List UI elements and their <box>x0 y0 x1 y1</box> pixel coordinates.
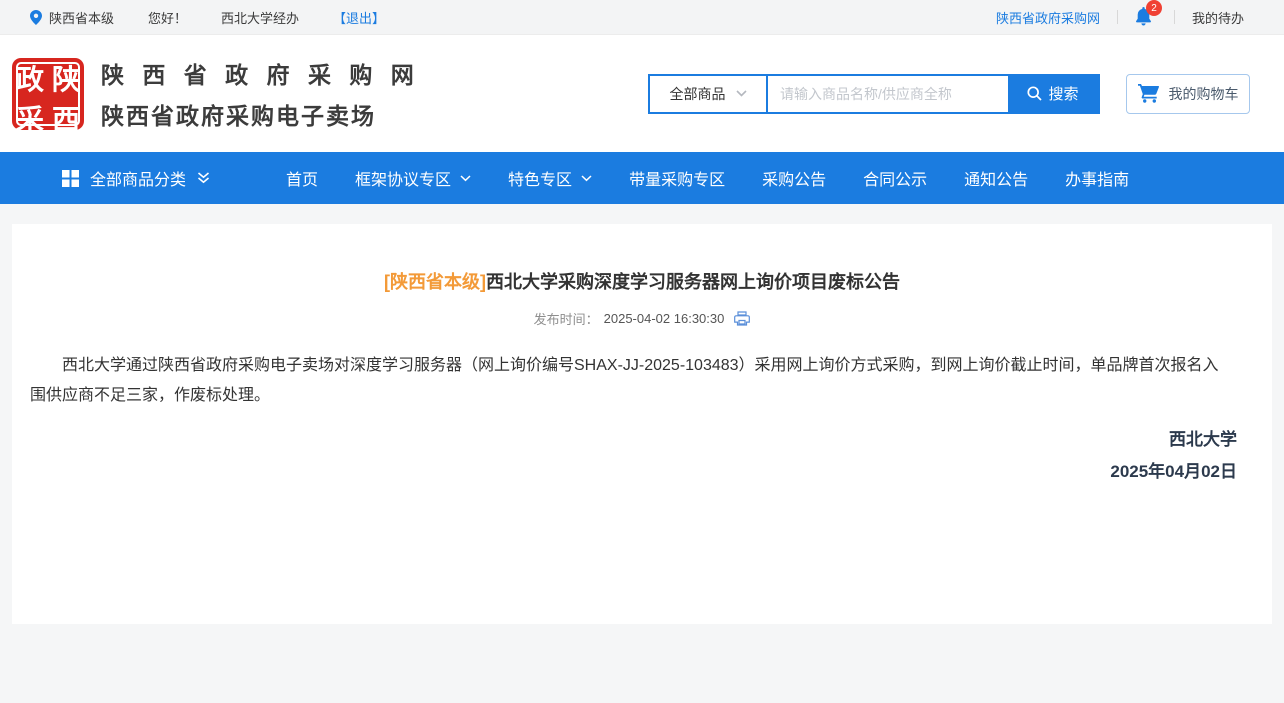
logout-link[interactable]: 【退出】 <box>333 8 385 27</box>
notification-bell-icon[interactable]: 2 <box>1135 7 1157 27</box>
grid-icon <box>62 170 79 187</box>
location-label: 陕西省本级 <box>49 8 114 27</box>
publish-time-label: 发布时间： <box>534 309 599 328</box>
nav-item-label: 特色专区 <box>508 166 572 190</box>
site-title-line2: 陕西省政府采购电子卖场 <box>101 97 420 131</box>
location-selector[interactable]: 陕西省本级 <box>30 8 114 27</box>
signature-org: 西北大学 <box>12 424 1237 456</box>
announcement-signature: 西北大学 2025年04月02日 <box>12 424 1272 488</box>
publish-time-value: 2025-04-02 16:30:30 <box>604 311 725 326</box>
topbar-left: 陕西省本级 您好！ 西北大学经办 【退出】 <box>30 8 419 27</box>
print-icon[interactable] <box>734 311 750 327</box>
double-chevron-down-icon <box>197 172 210 184</box>
logo-char: 政 <box>12 58 48 98</box>
announcement-card: [陕西省本级]西北大学采购深度学习服务器网上询价项目废标公告 发布时间： 202… <box>12 224 1272 624</box>
nav-item-procurement-announcements[interactable]: 采购公告 <box>762 166 826 190</box>
nav-menu: 首页 框架协议专区 特色专区 带量采购专区 采购公告 合同公示 通知公告 办事指… <box>286 166 1129 190</box>
topbar-right: 陕西省政府采购网 2 我的待办 <box>996 7 1244 27</box>
content-area: [陕西省本级]西北大学采购深度学习服务器网上询价项目废标公告 发布时间： 202… <box>0 204 1284 624</box>
announcement-body: 西北大学通过陕西省政府采购电子卖场对深度学习服务器（网上询价编号SHAX-JJ-… <box>30 351 1220 411</box>
logo-char: 西 <box>48 98 84 138</box>
cart-button[interactable]: 我的购物车 <box>1126 74 1250 114</box>
logo-char: 采 <box>12 98 48 138</box>
search-bar: 全部商品 搜索 <box>648 74 1100 114</box>
all-categories-menu[interactable]: 全部商品分类 <box>0 166 210 190</box>
chevron-down-icon <box>581 175 592 182</box>
divider <box>1117 10 1118 24</box>
nav-item-volume-purchase-zone[interactable]: 带量采购专区 <box>629 166 725 190</box>
cart-button-label: 我的购物车 <box>1169 84 1239 104</box>
site-title-line1: 陕 西 省 政 府 采 购 网 <box>101 56 420 90</box>
chevron-down-icon <box>460 175 471 182</box>
publish-meta: 发布时间： 2025-04-02 16:30:30 <box>12 309 1272 328</box>
search-icon <box>1027 86 1042 101</box>
signature-date: 2025年04月02日 <box>12 456 1237 488</box>
nav-item-label: 带量采购专区 <box>629 166 725 190</box>
search-button-label: 搜索 <box>1048 83 1078 104</box>
portal-link[interactable]: 陕西省政府采购网 <box>996 8 1100 27</box>
todo-link[interactable]: 我的待办 <box>1192 8 1244 27</box>
site-title-block: 陕 西 省 政 府 采 购 网 陕西省政府采购电子卖场 <box>101 56 420 131</box>
nav-item-framework-zone[interactable]: 框架协议专区 <box>355 166 471 190</box>
announcement-title-text: 西北大学采购深度学习服务器网上询价项目废标公告 <box>486 272 900 292</box>
site-header: 政 陕 采 西 陕 西 省 政 府 采 购 网 陕西省政府采购电子卖场 全部商品… <box>0 35 1284 152</box>
nav-item-featured-zone[interactable]: 特色专区 <box>508 166 592 190</box>
nav-item-home[interactable]: 首页 <box>286 166 318 190</box>
nav-item-label: 框架协议专区 <box>355 166 451 190</box>
site-logo[interactable]: 政 陕 采 西 <box>12 58 84 130</box>
nav-item-service-guide[interactable]: 办事指南 <box>1065 166 1129 190</box>
chevron-down-icon <box>736 90 747 97</box>
search-category-value: 全部商品 <box>670 84 726 104</box>
search-category-select[interactable]: 全部商品 <box>650 76 768 112</box>
search-button[interactable]: 搜索 <box>1008 76 1098 112</box>
location-pin-icon <box>30 10 42 25</box>
nav-item-label: 首页 <box>286 166 318 190</box>
logo-char: 陕 <box>48 58 84 98</box>
announcement-title: [陕西省本级]西北大学采购深度学习服务器网上询价项目废标公告 <box>12 268 1272 294</box>
all-categories-label: 全部商品分类 <box>90 166 186 190</box>
nav-item-label: 合同公示 <box>863 166 927 190</box>
notification-badge: 2 <box>1146 0 1162 16</box>
main-nav: 全部商品分类 首页 框架协议专区 特色专区 带量采购专区 采购公告 合同公示 通… <box>0 152 1284 204</box>
search-input[interactable] <box>768 76 1008 112</box>
nav-item-notices[interactable]: 通知公告 <box>964 166 1028 190</box>
nav-item-label: 采购公告 <box>762 166 826 190</box>
greeting-text: 您好！ <box>148 8 187 27</box>
nav-item-label: 办事指南 <box>1065 166 1129 190</box>
region-tag: [陕西省本级] <box>384 272 486 292</box>
operator-name: 西北大学经办 <box>221 8 299 27</box>
nav-item-label: 通知公告 <box>964 166 1028 190</box>
topbar: 陕西省本级 您好！ 西北大学经办 【退出】 陕西省政府采购网 2 我的待办 <box>0 0 1284 35</box>
cart-icon <box>1138 84 1159 103</box>
divider <box>1174 10 1175 24</box>
nav-item-contract-publicity[interactable]: 合同公示 <box>863 166 927 190</box>
